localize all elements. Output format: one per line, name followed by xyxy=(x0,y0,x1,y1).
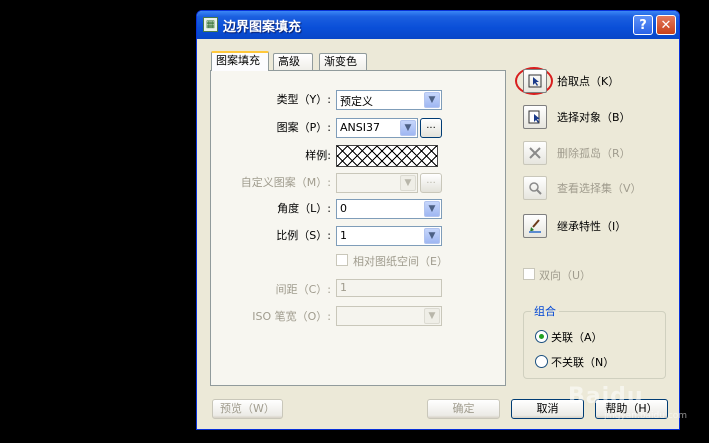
pattern-value: ANSI37 xyxy=(340,121,380,134)
title-bar[interactable]: ▦ 边界图案填充 ? ✕ xyxy=(197,11,679,39)
spacing-label: 间距（C）: xyxy=(275,283,331,296)
iso-pen-width-label: ISO 笔宽（O）: xyxy=(252,310,331,323)
magnifier-icon xyxy=(529,182,542,195)
ok-button[interactable]: 确定 xyxy=(427,399,500,419)
brush-icon xyxy=(529,219,541,233)
type-value: 预定义 xyxy=(340,95,373,108)
pattern-label: 图案（P）: xyxy=(276,121,331,134)
double-checkbox[interactable] xyxy=(523,268,535,280)
relative-paperspace-label: 相对图纸空间（E） xyxy=(353,255,448,268)
remove-islands-icon xyxy=(529,147,541,159)
relative-paperspace-checkbox[interactable] xyxy=(336,254,348,266)
associative-label: 关联（A） xyxy=(551,331,603,344)
type-label: 类型（Y）: xyxy=(276,93,331,106)
pick-points-button[interactable] xyxy=(523,69,547,93)
view-selections-label: 查看选择集（V） xyxy=(557,182,642,195)
spacing-input[interactable]: 1 xyxy=(336,279,442,297)
baidu-watermark: Baidu jingyan.baidu.com xyxy=(548,378,708,428)
type-select[interactable]: 预定义 ▼ xyxy=(336,90,442,110)
custom-pattern-select[interactable]: ▼ xyxy=(336,173,418,193)
chevron-down-icon: ▼ xyxy=(400,175,416,191)
pick-points-label: 拾取点（K） xyxy=(557,75,620,88)
iso-pen-width-select[interactable]: ▼ xyxy=(336,306,442,326)
custom-pattern-browse-button[interactable]: ... xyxy=(420,173,442,193)
angle-select[interactable]: 0 ▼ xyxy=(336,199,442,219)
inherit-properties-label: 继承特性（I） xyxy=(557,220,627,233)
custom-pattern-label: 自定义图案（M）: xyxy=(240,176,331,189)
title-help-button[interactable]: ? xyxy=(633,15,653,35)
chevron-down-icon: ▼ xyxy=(400,120,416,136)
pick-points-icon xyxy=(528,74,542,88)
inherit-properties-button[interactable] xyxy=(523,214,547,238)
watermark-url: jingyan.baidu.com xyxy=(604,411,688,421)
title-close-button[interactable]: ✕ xyxy=(656,15,676,35)
hatch-app-icon: ▦ xyxy=(203,17,218,32)
remove-islands-button[interactable] xyxy=(523,141,547,165)
scale-label: 比例（S）: xyxy=(276,229,331,242)
composition-group-title: 组合 xyxy=(531,303,559,319)
pattern-select[interactable]: ANSI37 ▼ xyxy=(336,118,418,138)
select-objects-icon xyxy=(528,110,540,124)
hatch-dialog: ▦ 边界图案填充 ? ✕ 图案填充 高级 渐变色 类型（Y）: 预定义 ▼ 图案… xyxy=(196,10,680,430)
pattern-sample-swatch[interactable] xyxy=(336,145,438,167)
angle-label: 角度（L）: xyxy=(277,202,331,215)
double-label: 双向（U） xyxy=(539,269,592,282)
nonassociative-radio[interactable] xyxy=(535,355,548,368)
chevron-down-icon: ▼ xyxy=(424,308,440,324)
angle-value: 0 xyxy=(340,202,347,215)
remove-islands-label: 删除孤岛（R） xyxy=(557,147,631,160)
chevron-down-icon: ▼ xyxy=(424,228,440,244)
select-objects-button[interactable] xyxy=(523,105,547,129)
nonassociative-label: 不关联（N） xyxy=(551,356,615,369)
sample-label: 样例: xyxy=(305,149,331,162)
scale-select[interactable]: 1 ▼ xyxy=(336,226,442,246)
watermark-logo: Baidu xyxy=(568,384,644,409)
view-selections-button[interactable] xyxy=(523,176,547,200)
preview-button[interactable]: 预览（W） xyxy=(212,399,283,419)
chevron-down-icon: ▼ xyxy=(424,92,440,108)
tab-advanced[interactable]: 高级 xyxy=(273,53,313,70)
pattern-browse-button[interactable]: ... xyxy=(420,118,442,138)
associative-radio[interactable] xyxy=(535,330,548,343)
chevron-down-icon: ▼ xyxy=(424,201,440,217)
select-objects-label: 选择对象（B） xyxy=(557,111,631,124)
scale-value: 1 xyxy=(340,229,347,242)
dialog-title: 边界图案填充 xyxy=(223,20,302,35)
tab-hatch[interactable]: 图案填充 xyxy=(211,51,269,71)
tab-gradient[interactable]: 渐变色 xyxy=(319,53,367,70)
hatch-tab-panel: 类型（Y）: 预定义 ▼ 图案（P）: ANSI37 ▼ ... 样例: 自定义… xyxy=(210,70,506,386)
